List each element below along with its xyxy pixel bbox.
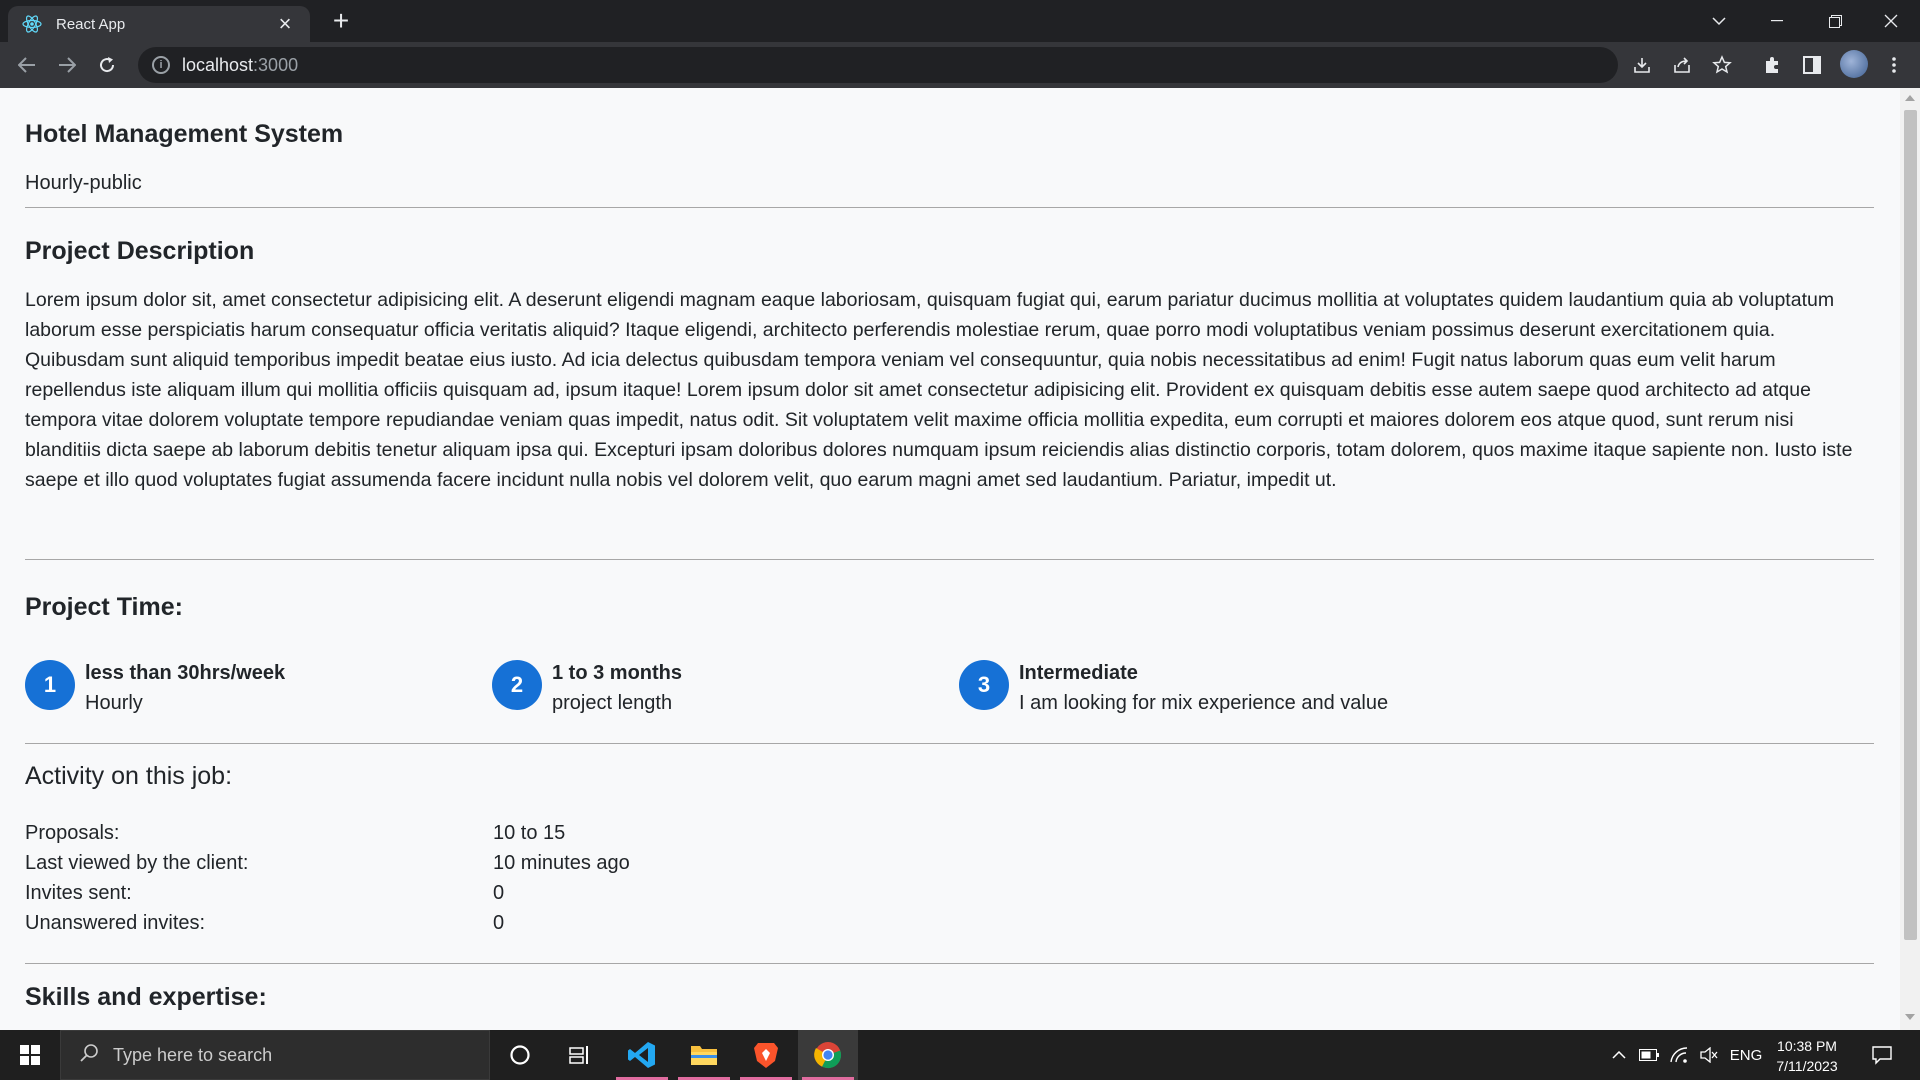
page-title: Hotel Management System (25, 120, 344, 148)
minimize-button[interactable] (1748, 0, 1806, 42)
project-time-heading: Project Time: (25, 593, 183, 621)
back-icon[interactable] (12, 50, 42, 80)
page-viewport: Hotel Management System Hourly-public Pr… (0, 88, 1900, 1030)
clock-time: 10:38 PM (1777, 1038, 1837, 1054)
wifi-icon[interactable] (1664, 1030, 1694, 1080)
project-time-item: 3 Intermediate I am looking for mix expe… (959, 658, 1388, 718)
job-type: Hourly-public (25, 172, 142, 194)
tab-search-button[interactable] (1690, 0, 1748, 42)
divider (25, 963, 1874, 964)
tray-chevron-up-icon[interactable] (1604, 1030, 1634, 1080)
divider (25, 743, 1874, 744)
scroll-up-arrow-icon[interactable] (1905, 95, 1915, 101)
taskbar-search-input[interactable]: Type here to search (60, 1030, 490, 1080)
browser-titlebar: React App × + (0, 0, 1920, 42)
file-explorer-icon[interactable] (674, 1030, 734, 1080)
vscode-icon[interactable] (612, 1030, 672, 1080)
windows-start-icon[interactable] (0, 1030, 60, 1080)
project-time-item: 1 less than 30hrs/week Hourly (25, 658, 285, 718)
site-info-icon[interactable]: i (152, 56, 170, 74)
reload-icon[interactable] (92, 50, 122, 80)
profile-avatar[interactable] (1840, 50, 1868, 78)
task-view-icon[interactable] (550, 1030, 610, 1080)
activity-label: Proposals: (25, 822, 120, 844)
scroll-down-arrow-icon[interactable] (1905, 1014, 1915, 1020)
windows-taskbar: Type here to search ENG 10:38 PM 7/11/20… (0, 1030, 1920, 1080)
divider (25, 559, 1874, 560)
chrome-icon[interactable] (798, 1030, 858, 1080)
tab-title: React App (56, 15, 126, 33)
clock-date: 7/11/2023 (1776, 1058, 1838, 1074)
activity-heading: Activity on this job: (25, 762, 233, 790)
scrollbar-thumb[interactable] (1904, 110, 1917, 940)
time-item-title: 1 to 3 months (552, 662, 683, 684)
activity-value: 10 to 15 (493, 822, 566, 844)
step-number-badge: 2 (492, 660, 542, 710)
browser-tab[interactable]: React App × (8, 6, 310, 42)
description-text: Lorem ipsum dolor sit, amet consectetur … (25, 289, 1853, 491)
address-bar[interactable]: i localhost:3000 (138, 47, 1618, 83)
activity-value: 0 (493, 912, 505, 934)
forward-icon[interactable] (52, 50, 82, 80)
close-window-button[interactable] (1862, 0, 1920, 42)
brave-browser-icon[interactable] (736, 1030, 796, 1080)
time-item-title: Intermediate (1019, 662, 1138, 684)
search-placeholder: Type here to search (113, 1044, 273, 1065)
url-text: localhost:3000 (182, 54, 299, 75)
time-item-subtitle: project length (552, 692, 673, 714)
activity-value: 10 minutes ago (493, 852, 630, 874)
time-item-subtitle: Hourly (85, 692, 143, 714)
activity-label: Unanswered invites: (25, 912, 206, 934)
battery-icon[interactable] (1634, 1030, 1664, 1080)
activity-label: Last viewed by the client: (25, 852, 249, 874)
install-app-icon[interactable] (1629, 52, 1655, 78)
side-panel-icon[interactable] (1799, 52, 1825, 78)
language-indicator[interactable]: ENG (1726, 1030, 1766, 1080)
search-icon (79, 1043, 99, 1068)
description-heading: Project Description (25, 237, 255, 265)
activity-label: Invites sent: (25, 882, 132, 904)
cortana-icon[interactable] (490, 1030, 550, 1080)
tab-close-icon[interactable]: × (274, 13, 296, 35)
browser-toolbar: i localhost:3000 (0, 42, 1920, 88)
react-logo-icon (22, 14, 42, 34)
new-tab-button[interactable]: + (326, 6, 356, 36)
bookmark-star-icon[interactable] (1709, 52, 1735, 78)
taskbar-clock[interactable]: 10:38 PM 7/11/2023 (1762, 1036, 1852, 1076)
restore-button[interactable] (1806, 0, 1864, 42)
step-number-badge: 3 (959, 660, 1009, 710)
project-time-item: 2 1 to 3 months project length (492, 658, 682, 718)
share-icon[interactable] (1669, 52, 1695, 78)
volume-muted-icon[interactable] (1694, 1030, 1724, 1080)
skills-heading: Skills and expertise: (25, 983, 267, 1011)
page-scrollbar[interactable] (1900, 88, 1920, 1030)
time-item-subtitle: I am looking for mix experience and valu… (1019, 692, 1389, 714)
divider (25, 207, 1874, 208)
menu-kebab-icon[interactable] (1881, 52, 1907, 78)
notifications-icon[interactable] (1864, 1030, 1900, 1080)
extensions-icon[interactable] (1759, 52, 1785, 78)
time-item-title: less than 30hrs/week (85, 662, 286, 684)
step-number-badge: 1 (25, 660, 75, 710)
activity-value: 0 (493, 882, 505, 904)
